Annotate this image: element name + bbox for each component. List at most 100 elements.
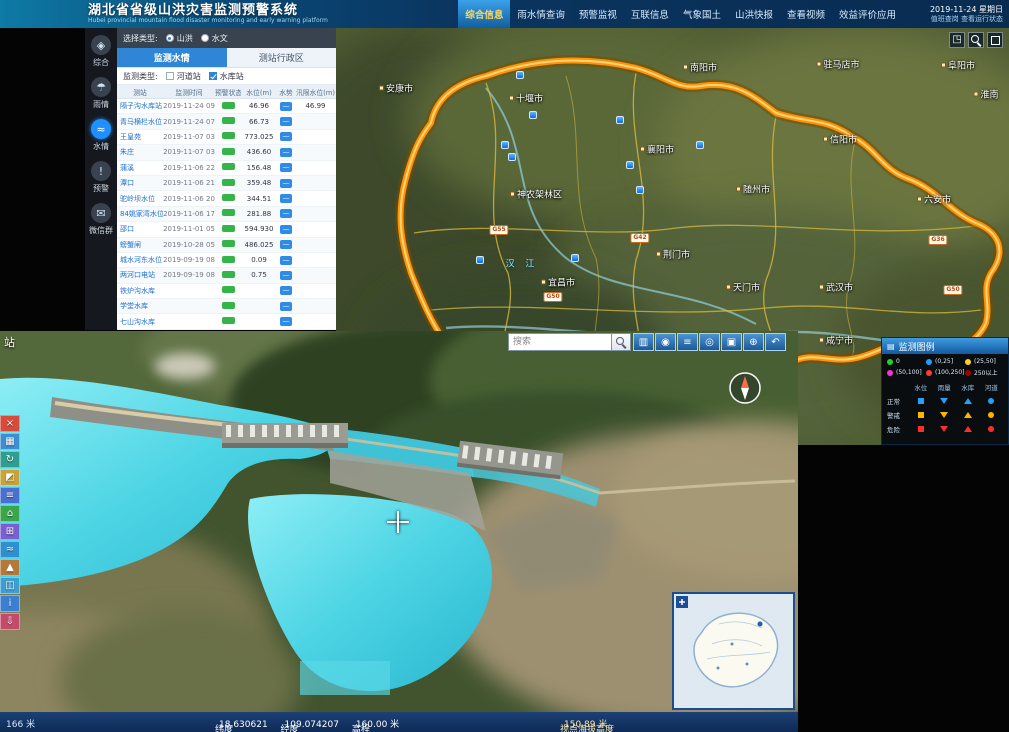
sidebar-item-4[interactable]: !预警 xyxy=(91,161,111,194)
eye-icon[interactable]: ◎ xyxy=(699,333,720,351)
view-3d-icon[interactable]: ◳ xyxy=(949,32,965,48)
terrain-icon[interactable]: ▲ xyxy=(0,559,20,576)
legend-titlebar[interactable]: ▤ 监测图例 xyxy=(882,338,1008,354)
sidebar-item-3[interactable]: ≈水情 xyxy=(91,119,111,152)
column-header: 测站 xyxy=(117,87,163,97)
table-row[interactable]: 隔子沟水库站2019-11-24 0946.96—46.99 xyxy=(117,99,336,114)
globe-icon[interactable]: ⊕ xyxy=(743,333,764,351)
sidebar-item-icon: ≈ xyxy=(91,119,111,139)
legend-range: (25,50] xyxy=(965,358,1004,365)
checkbox-reservoir-station[interactable]: 水库站 xyxy=(209,71,244,82)
refresh-icon[interactable]: ↻ xyxy=(0,451,20,468)
status-badge xyxy=(222,302,235,309)
info-icon[interactable]: i xyxy=(0,595,20,612)
table-row[interactable]: 蒲溪2019-11-06 22156.48— xyxy=(117,161,336,176)
water-station-marker-icon[interactable] xyxy=(529,111,537,119)
close-icon[interactable]: × xyxy=(0,415,20,432)
checkbox-river-station[interactable]: 河道站 xyxy=(166,71,201,82)
compass-icon[interactable] xyxy=(728,371,762,405)
trend-cell: — xyxy=(277,179,295,188)
nav-item-2[interactable]: 雨水情查询 xyxy=(510,0,572,28)
nav-item-4[interactable]: 互联信息 xyxy=(624,0,676,28)
city-label: 十堰市 xyxy=(509,92,543,105)
sidebar-item-5[interactable]: ✉ 微信群 xyxy=(89,203,113,236)
fullscreen-icon[interactable] xyxy=(987,32,1003,48)
flood-analysis-icon[interactable]: ≈ xyxy=(0,541,20,558)
sidebar-item-label: 微信群 xyxy=(89,225,113,236)
table-row[interactable]: 驼岭坝水位2019-11-06 20344.51— xyxy=(117,191,336,206)
city-label: 信阳市 xyxy=(823,133,857,146)
status-cell xyxy=(215,209,241,218)
city-label: 咸宁市 xyxy=(819,334,853,347)
table-row[interactable]: 城水河东水位2019-09-19 080.09— xyxy=(117,253,336,268)
city-marker-icon xyxy=(510,192,515,197)
nav-item-5[interactable]: 气象国土 xyxy=(676,0,728,28)
nav-item-1[interactable]: 综合信息 xyxy=(458,0,510,28)
sidebar-item-2[interactable]: ☂雨情 xyxy=(91,77,111,110)
water-station-marker-icon[interactable] xyxy=(476,256,484,264)
table-row[interactable]: 螃蟹闸2019-10-28 05486.025— xyxy=(117,238,336,253)
legend-range: 250以上 xyxy=(965,368,1004,377)
table-header: 测站监测时间预警状态水位(m)水势汛限水位(m) xyxy=(117,85,336,99)
city-name: 南阳市 xyxy=(690,61,717,74)
trend-steady-icon: — xyxy=(280,132,292,141)
table-row[interactable]: 学堂水库— xyxy=(117,299,336,314)
water-station-marker-icon[interactable] xyxy=(616,116,624,124)
radio-mountain-flood[interactable]: 山洪 xyxy=(166,33,193,44)
table-row[interactable]: 84姚家湾水位2019-11-06 17281.88— xyxy=(117,207,336,222)
table-row[interactable]: 邵口2019-11-01 05594.930— xyxy=(117,222,336,237)
table-row[interactable]: 七山沟水库— xyxy=(117,314,336,329)
camera-icon[interactable]: ◉ xyxy=(655,333,676,351)
city-name: 淮南 xyxy=(980,88,998,101)
sidebar-item-icon: ✉ xyxy=(91,203,111,223)
radio-hydrology[interactable]: 水文 xyxy=(201,33,228,44)
header-duty-status[interactable]: 值班查岗 查看运行状态 xyxy=(907,15,1003,24)
water-station-marker-icon[interactable] xyxy=(571,254,579,262)
table-row[interactable]: 王皇苑2019-11-07 03773.025— xyxy=(117,130,336,145)
status-badge xyxy=(222,240,235,247)
nav-item-6[interactable]: 山洪快报 xyxy=(728,0,780,28)
table-row[interactable]: 青马横栏水位2019-11-24 0766.73— xyxy=(117,114,336,129)
export-icon[interactable]: ⇩ xyxy=(0,613,20,630)
city-marker-icon xyxy=(941,63,946,68)
nav-item-3[interactable]: 预警监视 xyxy=(572,0,624,28)
search-button[interactable] xyxy=(612,333,631,351)
basemap-icon[interactable]: ▦ xyxy=(0,433,20,450)
tab-station-region[interactable]: 测站行政区 xyxy=(227,48,337,67)
back-icon[interactable]: ↶ xyxy=(765,333,786,351)
table-row[interactable]: 潭口2019-11-06 21359.48— xyxy=(117,176,336,191)
select-region-icon[interactable]: ◩ xyxy=(0,469,20,486)
zoom-icon[interactable] xyxy=(968,32,984,48)
city-marker-icon xyxy=(816,62,821,67)
nav-item-7[interactable]: 查看视频 xyxy=(780,0,832,28)
water-station-marker-icon[interactable] xyxy=(501,141,509,149)
overview-inset-map[interactable] xyxy=(672,592,795,710)
water-station-marker-icon[interactable] xyxy=(696,141,704,149)
table-row[interactable]: 朱庄2019-11-07 03436.60— xyxy=(117,145,336,160)
measure-icon[interactable]: ▥ xyxy=(633,333,654,351)
layers-icon[interactable]: ≡ xyxy=(0,487,20,504)
water-station-marker-icon[interactable] xyxy=(508,153,516,161)
image-icon[interactable]: ▣ xyxy=(721,333,742,351)
search-input[interactable] xyxy=(508,333,612,351)
table-row[interactable]: 两河口电站2019-09-19 080.75— xyxy=(117,268,336,283)
range-label: (100,250] xyxy=(935,369,965,376)
app-header: 湖北省省级山洪灾害监测预警系统 Hubei provincial mountai… xyxy=(0,0,1009,28)
split-screen-icon[interactable]: ◫ xyxy=(0,577,20,594)
water-station-marker-icon[interactable] xyxy=(516,71,524,79)
water-station-marker-icon[interactable] xyxy=(636,186,644,194)
monitor-time: 2019-10-28 05 xyxy=(163,241,215,249)
trend-cell: — xyxy=(277,117,295,126)
home-view-icon[interactable]: ⌂ xyxy=(0,505,20,522)
status-cell xyxy=(215,194,241,203)
nav-item-8[interactable]: 效益评价应用 xyxy=(832,0,903,28)
grid-icon[interactable]: ⊞ xyxy=(0,523,20,540)
table-row[interactable]: 铁炉沟水库— xyxy=(117,284,336,299)
sidebar-item-1[interactable]: ◈综合 xyxy=(91,35,111,68)
coordinates-text: 纬度18.630621 经度109.074207 高程160.00 米 xyxy=(215,717,409,730)
water-station-marker-icon[interactable] xyxy=(626,161,634,169)
magnifier-glyph xyxy=(971,35,982,46)
tab-monitor-water[interactable]: 监测水情 xyxy=(117,48,227,67)
list-icon[interactable]: ≡ xyxy=(677,333,698,351)
map-controls: ◳ xyxy=(949,32,1003,48)
